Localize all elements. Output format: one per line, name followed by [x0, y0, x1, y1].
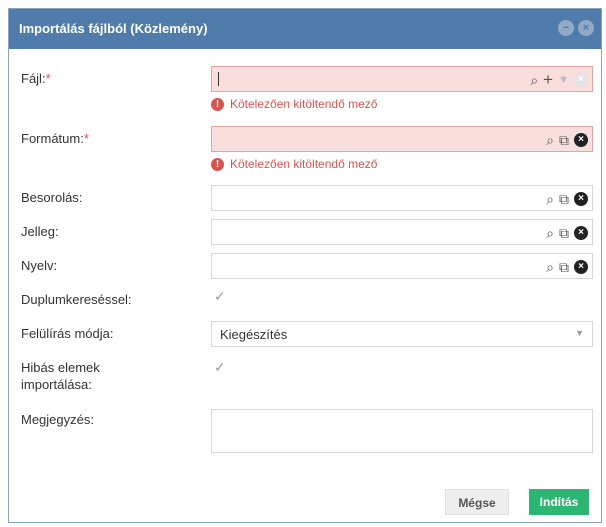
- text-caret: [218, 72, 219, 86]
- language-input-icons: ⌕ ⧉ ×: [546, 258, 588, 276]
- start-button[interactable]: Indítás: [529, 489, 589, 515]
- search-icon[interactable]: ⌕: [546, 191, 554, 207]
- error-icon: !: [211, 157, 224, 171]
- classification-label: Besorolás:: [21, 190, 83, 205]
- minimize-icon[interactable]: −: [558, 20, 574, 36]
- search-icon[interactable]: ⌕: [546, 259, 554, 275]
- import-faulty-label-line1: Hibás elemek: [21, 360, 100, 375]
- classification-input-icons: ⌕ ⧉ ×: [546, 190, 588, 208]
- classification-input[interactable]: ⌕ ⧉ ×: [211, 185, 593, 211]
- open-external-icon[interactable]: ⧉: [559, 259, 569, 275]
- dialog-title: Importálás fájlból (Közlemény): [19, 21, 208, 36]
- import-faulty-checkbox[interactable]: ✓: [214, 359, 226, 376]
- note-label: Megjegyzés:: [21, 412, 94, 427]
- language-input[interactable]: ⌕ ⧉ ×: [211, 253, 593, 279]
- search-icon[interactable]: ⌕: [530, 72, 538, 88]
- search-icon[interactable]: ⌕: [546, 225, 554, 241]
- clear-icon[interactable]: ×: [574, 73, 588, 87]
- clear-icon[interactable]: ×: [574, 260, 588, 274]
- format-error: ! Kötelezően kitöltendő mező: [211, 157, 377, 171]
- cancel-button[interactable]: Mégse: [445, 489, 509, 515]
- language-label: Nyelv:: [21, 258, 58, 273]
- clear-icon[interactable]: ×: [574, 133, 588, 147]
- file-input-icons: ⌕ + ▼ ×: [530, 71, 588, 89]
- check-icon: ✓: [214, 288, 226, 304]
- note-textarea[interactable]: [211, 409, 593, 453]
- file-input[interactable]: ⌕ + ▼ ×: [211, 66, 593, 92]
- overwrite-mode-select[interactable]: Kiegészítés ▼: [211, 321, 593, 347]
- character-input-icons: ⌕ ⧉ ×: [546, 224, 588, 242]
- chevron-down-icon[interactable]: ▼: [575, 328, 584, 338]
- duplicate-search-label: Duplumkereséssel:: [21, 292, 132, 307]
- overwrite-mode-value: Kiegészítés: [220, 327, 288, 342]
- format-input-icons: ⌕ ⧉ ×: [546, 131, 588, 149]
- overwrite-mode-label: Felülírás módja:: [21, 326, 114, 341]
- plus-icon[interactable]: +: [543, 71, 553, 88]
- file-error-text: Kötelezően kitöltendő mező: [230, 97, 378, 111]
- format-label: Formátum:*: [21, 131, 89, 146]
- open-external-icon[interactable]: ⧉: [559, 191, 569, 207]
- duplicate-search-checkbox[interactable]: ✓: [214, 288, 226, 305]
- check-icon: ✓: [214, 359, 226, 375]
- import-dialog: Importálás fájlból (Közlemény) − × Fájl:…: [8, 8, 602, 523]
- open-external-icon[interactable]: ⧉: [559, 225, 569, 241]
- close-icon[interactable]: ×: [578, 20, 594, 36]
- chevron-down-icon[interactable]: ▼: [558, 72, 569, 88]
- dialog-titlebar: Importálás fájlból (Közlemény) − ×: [9, 9, 601, 49]
- format-input[interactable]: ⌕ ⧉ ×: [211, 126, 593, 152]
- format-error-text: Kötelezően kitöltendő mező: [230, 157, 378, 171]
- import-faulty-label-line2: importálása:: [21, 377, 92, 392]
- clear-icon[interactable]: ×: [574, 226, 588, 240]
- clear-icon[interactable]: ×: [574, 192, 588, 206]
- file-label: Fájl:*: [21, 71, 51, 86]
- character-input[interactable]: ⌕ ⧉ ×: [211, 219, 593, 245]
- open-external-icon[interactable]: ⧉: [559, 132, 569, 148]
- search-icon[interactable]: ⌕: [546, 132, 554, 148]
- error-icon: !: [211, 97, 224, 111]
- file-error: ! Kötelezően kitöltendő mező: [211, 97, 377, 111]
- character-label: Jelleg:: [21, 224, 59, 239]
